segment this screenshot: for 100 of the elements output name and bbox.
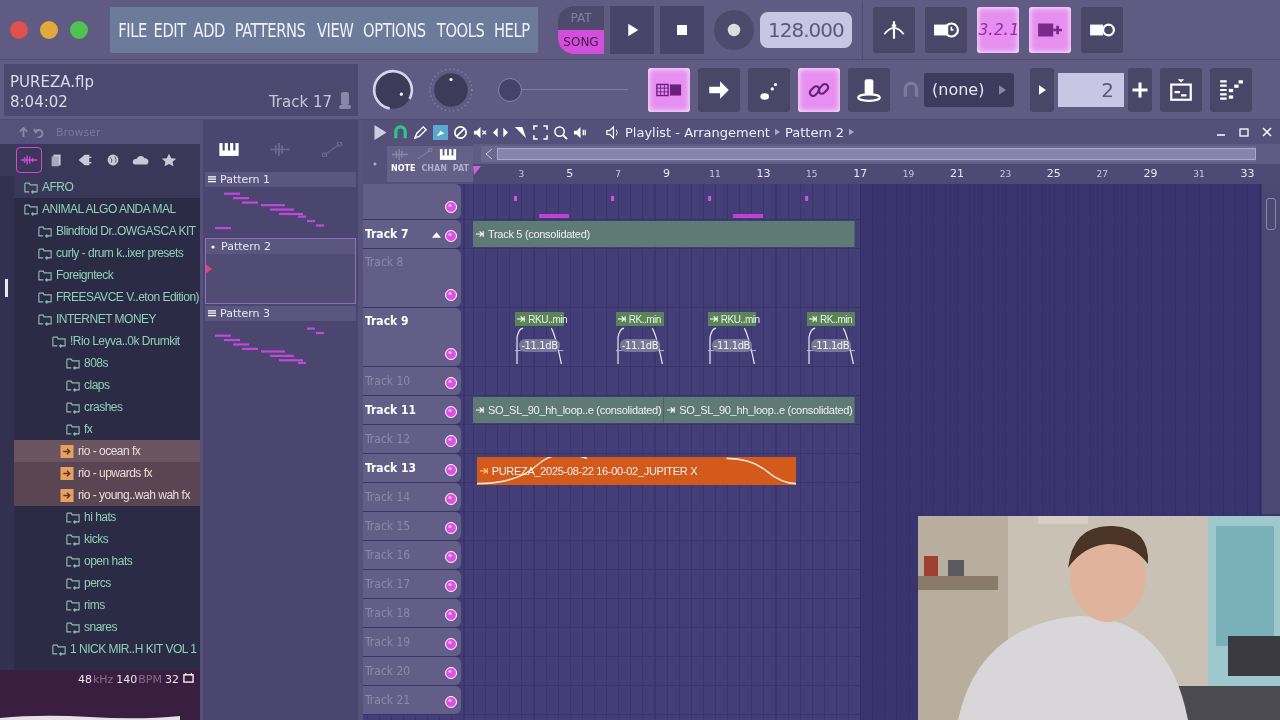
stop-button[interactable]	[660, 5, 704, 54]
menu-item[interactable]: EDIT	[153, 18, 187, 41]
pitch-knob[interactable]	[428, 66, 474, 113]
track-led[interactable]	[445, 435, 457, 447]
timeline-ruler[interactable]: 3 5 7 9 11 13 15 17 19 21 23 25 27 29 31 33	[473, 164, 1280, 184]
maximize-window-icon[interactable]	[70, 20, 88, 39]
pattern-item[interactable]: Pattern 2	[205, 238, 356, 304]
track-led[interactable]	[445, 638, 457, 650]
menu-item[interactable]: FILE	[118, 18, 147, 41]
mode-tab[interactable]: PAT	[452, 164, 469, 173]
delete-icon[interactable]	[453, 124, 468, 140]
collapse-arrow-icon[interactable]	[432, 232, 441, 238]
track-header[interactable]: Track 7	[363, 220, 461, 248]
audio-clip[interactable]: Track 5 (consolidated)	[473, 221, 856, 247]
mode-button[interactable]: PAT	[558, 5, 604, 30]
scroll-left-icon[interactable]	[486, 149, 492, 159]
track-header[interactable]: Track 11	[363, 396, 461, 424]
knob-button[interactable]	[848, 67, 890, 112]
track-led[interactable]	[445, 667, 457, 679]
track-led[interactable]	[445, 406, 457, 418]
overdub-button[interactable]	[1028, 6, 1071, 53]
step-sequencer-button[interactable]	[1210, 67, 1252, 112]
track-led[interactable]	[445, 201, 457, 213]
browser-item[interactable]: crashes	[14, 396, 200, 418]
mode-tab[interactable]: CHAN	[421, 164, 447, 173]
pattern-number-field[interactable]: 2	[1058, 72, 1124, 107]
tempo-field[interactable]: 128.000	[760, 11, 852, 48]
pencil-icon[interactable]	[413, 124, 428, 140]
browser-item[interactable]: claps	[14, 374, 200, 396]
countdown-button[interactable]: 3.2.1	[976, 6, 1019, 53]
pattern-item[interactable]: Pattern 3	[205, 306, 356, 370]
track-led[interactable]	[445, 348, 457, 360]
scrollbar[interactable]	[0, 176, 14, 670]
sample-clip[interactable]: RK..min -11.1dB	[806, 312, 856, 364]
browser-item[interactable]: rio - upwards fx	[14, 462, 200, 484]
link-button[interactable]	[798, 67, 840, 112]
grid-button[interactable]	[648, 67, 690, 112]
slice-icon[interactable]	[513, 124, 528, 140]
sample-clip[interactable]: RK..min -11.1dB	[615, 312, 665, 364]
browser-item[interactable]: open hats	[14, 550, 200, 572]
audio-clip[interactable]: SO_SL_90_hh_loop..e (consolidated)	[664, 397, 856, 423]
mute-icon[interactable]	[473, 124, 488, 140]
browser-item[interactable]: fx	[14, 418, 200, 440]
track-led[interactable]	[445, 522, 457, 534]
master-slider-thumb[interactable]	[498, 77, 522, 102]
menu-arrow-icon[interactable]	[373, 124, 388, 140]
track-led[interactable]	[445, 493, 457, 505]
play-button[interactable]	[610, 5, 654, 54]
browser-item[interactable]: kicks	[14, 528, 200, 550]
browser-item[interactable]: rims	[14, 594, 200, 616]
track-led[interactable]	[445, 377, 457, 389]
pattern-item[interactable]: Pattern 1	[205, 172, 356, 236]
track-led[interactable]	[445, 696, 457, 708]
mode-tab[interactable]: NOTE	[390, 164, 416, 173]
magnet-icon[interactable]	[393, 124, 408, 140]
menu-item[interactable]: TOOLS	[437, 18, 485, 41]
track-led[interactable]	[445, 580, 457, 592]
browser-item[interactable]: Foreignteck	[14, 264, 200, 286]
brush-icon[interactable]	[433, 124, 448, 140]
browser-item[interactable]: Blindfold Dr..OWGASCA KIT	[14, 220, 200, 242]
wave-tab[interactable]	[16, 147, 42, 173]
browser-item[interactable]: snares	[14, 616, 200, 638]
browser-item[interactable]: hi hats	[14, 506, 200, 528]
record-button[interactable]	[714, 9, 754, 50]
menu-item[interactable]: PATTERNS	[235, 18, 306, 41]
speaker-icon[interactable]	[605, 124, 620, 140]
zoom-icon[interactable]	[553, 124, 568, 140]
browser-item[interactable]: rio - ocean fx	[14, 440, 200, 462]
arrow-button[interactable]	[698, 67, 740, 112]
add-track-icon[interactable]	[373, 159, 377, 169]
menu-item[interactable]: ADD	[193, 18, 225, 41]
pattern-crumb[interactable]: Pattern 2	[784, 124, 845, 140]
browser-item[interactable]: curly - drum k..ixer presets	[14, 242, 200, 264]
menu-item[interactable]: OPTIONS	[363, 18, 426, 41]
browser-item[interactable]: INTERNET MONEY	[14, 308, 200, 330]
track-led[interactable]	[445, 289, 457, 301]
playlist-button[interactable]	[1160, 67, 1202, 112]
metronome-button[interactable]	[872, 6, 915, 53]
overview-scrollbar[interactable]	[481, 146, 1256, 162]
speaker-icon[interactable]	[573, 124, 588, 140]
browser-item[interactable]: percs	[14, 572, 200, 594]
minimize-window-icon[interactable]	[40, 20, 58, 39]
breadcrumb-arrow-icon[interactable]	[849, 128, 855, 136]
track-led[interactable]	[445, 551, 457, 563]
browser-item[interactable]: !Rio Leyva..0k Drumkit	[14, 330, 200, 352]
track-led[interactable]	[445, 230, 457, 242]
menu-item[interactable]: HELP	[493, 18, 530, 41]
window-icon[interactable]	[183, 672, 194, 683]
select-icon[interactable]	[533, 124, 548, 140]
pattern-arrow-button[interactable]	[1030, 67, 1054, 112]
piano-icon[interactable]	[217, 141, 240, 157]
track-header[interactable]: Track 9	[363, 308, 461, 366]
audio-clip[interactable]: SO_SL_90_hh_loop..e (consolidated)	[473, 397, 665, 423]
track-led[interactable]	[445, 609, 457, 621]
steps-button[interactable]	[748, 67, 790, 112]
snap-dropdown[interactable]: (none)	[924, 72, 1014, 107]
menu-item[interactable]: VIEW	[316, 18, 354, 41]
browser-item[interactable]: 1 NICK MIR..H KIT VOL 1	[14, 638, 200, 660]
browser-item[interactable]: AFRO	[14, 176, 200, 198]
browser-item[interactable]: rio - young..wah wah fx	[14, 484, 200, 506]
